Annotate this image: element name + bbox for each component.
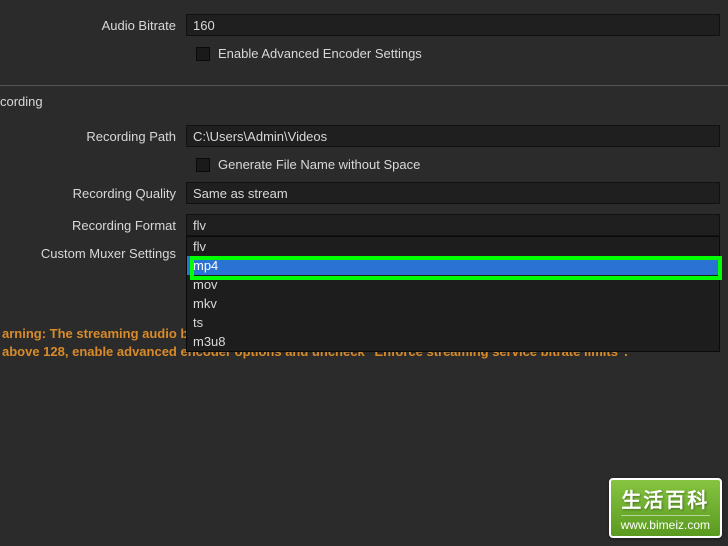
audio-bitrate-input[interactable] (186, 14, 720, 36)
watermark-url: www.bimeiz.com (621, 515, 710, 532)
recording-path-input[interactable] (186, 125, 720, 147)
recording-format-label: Recording Format (0, 218, 186, 233)
recording-format-dropdown[interactable]: flv mp4 mov mkv ts m3u8 (186, 214, 720, 236)
enable-advanced-label: Enable Advanced Encoder Settings (218, 46, 422, 61)
recording-quality-label: Recording Quality (0, 186, 186, 201)
format-option-mkv[interactable]: mkv (187, 294, 719, 313)
enable-advanced-checkbox[interactable] (196, 47, 210, 61)
generate-filename-checkbox[interactable] (196, 158, 210, 172)
recording-format-input[interactable] (186, 214, 720, 236)
custom-muxer-label: Custom Muxer Settings (0, 246, 186, 261)
section-divider (0, 85, 728, 86)
format-option-mov[interactable]: mov (187, 275, 719, 294)
format-option-ts[interactable]: ts (187, 313, 719, 332)
section-title-recording: cording (0, 94, 728, 109)
watermark-badge: 生活百科 www.bimeiz.com (609, 478, 722, 538)
format-option-flv[interactable]: flv (187, 237, 719, 256)
format-option-mp4[interactable]: mp4 (187, 256, 719, 275)
audio-bitrate-label: Audio Bitrate (0, 18, 186, 33)
generate-filename-label: Generate File Name without Space (218, 157, 420, 172)
recording-path-label: Recording Path (0, 129, 186, 144)
format-option-m3u8[interactable]: m3u8 (187, 332, 719, 351)
format-dropdown-list[interactable]: flv mp4 mov mkv ts m3u8 (186, 236, 720, 352)
watermark-title: 生活百科 (621, 484, 710, 513)
recording-quality-select[interactable] (186, 182, 720, 204)
